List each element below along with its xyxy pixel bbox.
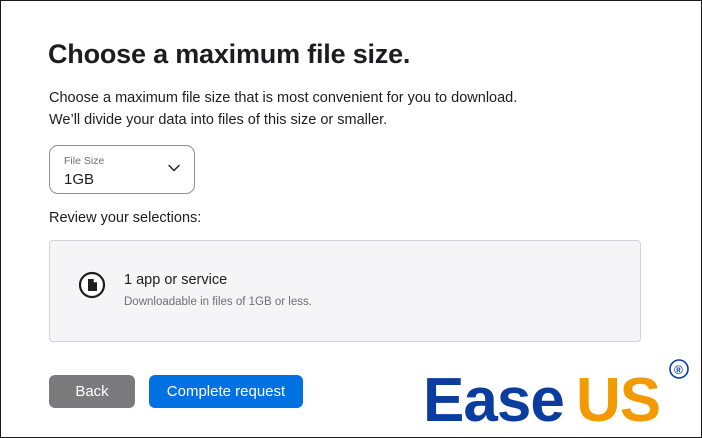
file-size-select[interactable]: File Size 1GB bbox=[49, 145, 195, 194]
logo-text-us: US bbox=[576, 366, 660, 431]
summary-item-subtitle: Downloadable in files of 1GB or less. bbox=[124, 296, 312, 308]
dialog-frame: Choose a maximum file size. Choose a max… bbox=[0, 0, 702, 438]
file-size-label: File Size bbox=[64, 155, 105, 167]
page-title: Choose a maximum file size. bbox=[48, 39, 411, 69]
description-line-2: We’ll divide your data into files of thi… bbox=[49, 112, 388, 128]
back-button[interactable]: Back bbox=[49, 375, 135, 408]
easeus-logo-watermark: Ease US ® bbox=[423, 359, 689, 431]
complete-request-button[interactable]: Complete request bbox=[149, 375, 303, 408]
logo-registered-mark: ® bbox=[674, 363, 683, 377]
description-line-1: Choose a maximum file size that is most … bbox=[49, 90, 518, 106]
document-icon bbox=[78, 271, 106, 299]
page-description: Choose a maximum file size that is most … bbox=[49, 87, 649, 131]
file-size-value: 1GB bbox=[64, 171, 95, 188]
chevron-down-icon bbox=[168, 164, 180, 172]
review-label: Review your selections: bbox=[49, 210, 202, 226]
summary-item-title: 1 app or service bbox=[124, 272, 228, 288]
logo-text-ease: Ease bbox=[423, 366, 564, 431]
selection-summary-card: 1 app or service Downloadable in files o… bbox=[49, 240, 641, 342]
